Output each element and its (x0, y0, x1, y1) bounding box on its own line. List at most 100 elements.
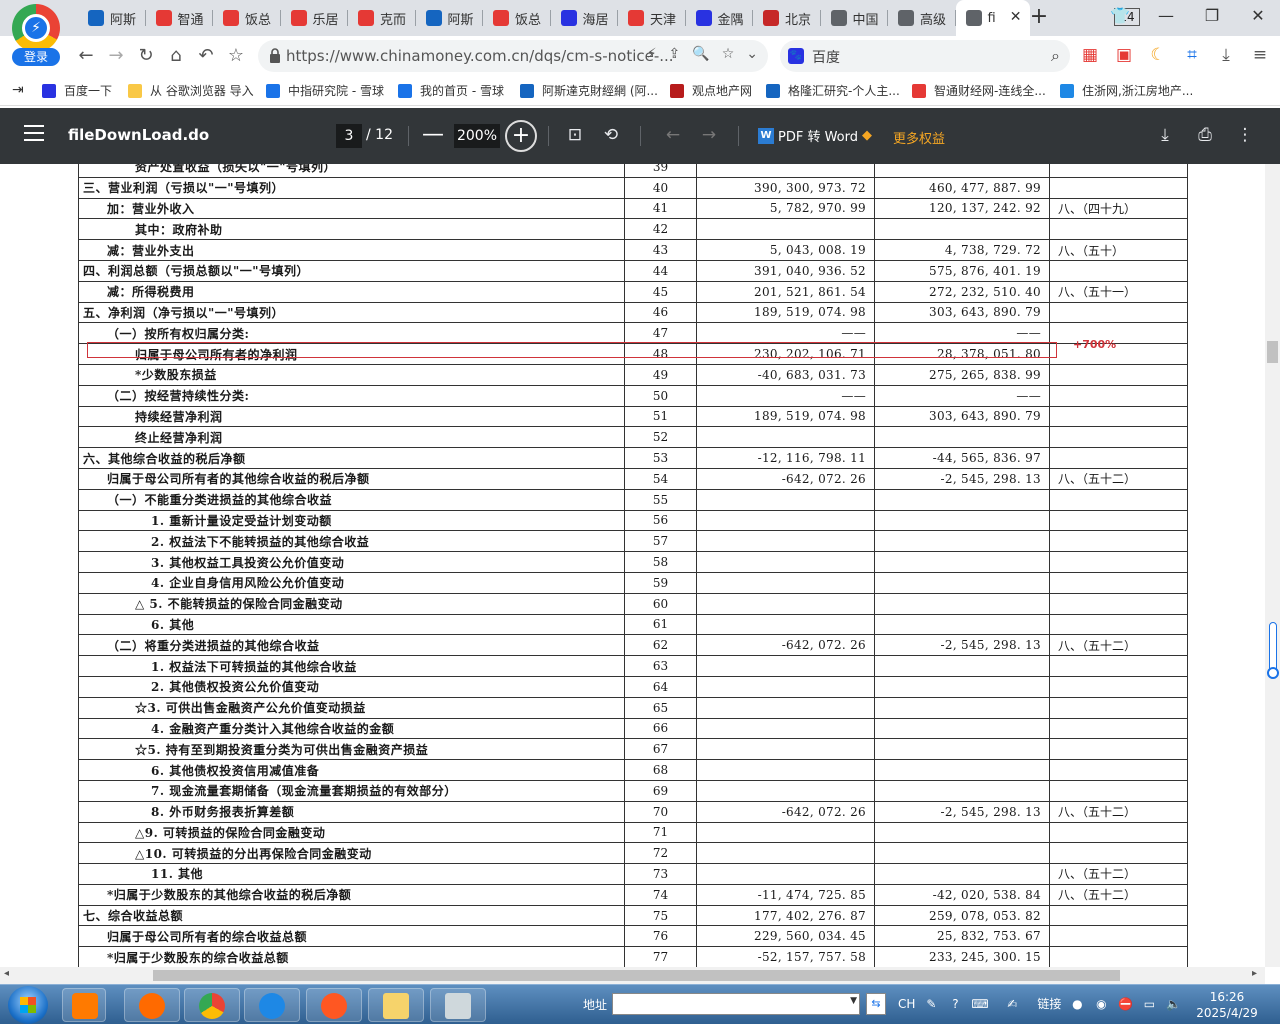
hamburger-menu-icon[interactable] (24, 125, 44, 141)
print-icon[interactable]: ⎙ (1194, 124, 1216, 146)
bookmark-star-icon[interactable]: ☆ (722, 46, 735, 62)
zoom-icon[interactable]: 🔍 (692, 46, 709, 62)
apps-grid-icon[interactable]: ▦ (1080, 44, 1100, 66)
next-arrow-icon[interactable]: → (698, 124, 720, 146)
current-period-cell: 189, 519, 074. 98 (696, 405, 875, 428)
shirt-skin-icon[interactable]: 👕 (1106, 6, 1134, 25)
item-cell: 归属于母公司所有者的其他综合收益的税后净额 (78, 467, 625, 490)
browser-logo[interactable]: ⚡ 登录 (8, 4, 64, 66)
tab[interactable]: 高级 (888, 0, 956, 36)
share-icon[interactable]: ⇪ (669, 46, 681, 62)
bookmark-item[interactable]: 智通财经网-连线全... (912, 82, 1046, 99)
taskbar-feishu-app[interactable] (306, 988, 362, 1022)
scroll-right-icon[interactable]: ▸ (1252, 968, 1257, 979)
favorite-star-icon[interactable]: ☆ (224, 44, 248, 68)
bookmark-item[interactable]: 格隆汇研究-个人主... (766, 82, 900, 99)
bookmark-item[interactable]: 住浙网,浙江房地产... (1060, 82, 1193, 99)
minimize-icon[interactable]: — (1152, 6, 1180, 25)
pdf-icon[interactable]: ▣ (1114, 44, 1134, 66)
bookmark-item[interactable]: 中指研究院 - 雪球 (266, 82, 384, 99)
forward-arrow-icon[interactable]: → (104, 44, 128, 68)
side-slider[interactable] (1267, 622, 1279, 679)
tab[interactable]: 饭总 (483, 0, 551, 36)
tab[interactable]: 乐居 (281, 0, 349, 36)
system-clock[interactable]: 16:26 2025/4/29 (1196, 989, 1258, 1021)
moon-icon[interactable]: ☾ (1148, 44, 1168, 66)
tab[interactable]: 克而 (348, 0, 416, 36)
search-box[interactable]: 🐾 百度 ⌕ (780, 40, 1070, 72)
download-icon[interactable]: ⤓ (1216, 44, 1236, 66)
feishu-tray-icon[interactable]: ◉ (1093, 997, 1109, 1011)
reload-icon[interactable]: ↻ (134, 44, 158, 68)
tab[interactable]: 阿斯 (416, 0, 484, 36)
tab[interactable]: 饭总 (213, 0, 281, 36)
vertical-scroll-thumb[interactable] (1267, 341, 1278, 363)
taskbar-address-input[interactable]: ▼ (612, 993, 860, 1015)
bookmark-item[interactable]: 观点地产网 (670, 82, 752, 99)
search-input[interactable]: 百度 (812, 47, 840, 67)
chevron-down-icon[interactable]: ⌄ (746, 46, 758, 62)
tab[interactable]: 金隅 (686, 0, 754, 36)
tab[interactable]: 中国 (821, 0, 889, 36)
prev-arrow-icon[interactable]: ← (662, 124, 684, 146)
volume-icon[interactable]: 🔈 (1165, 997, 1181, 1011)
taskbar-calculator-app[interactable] (430, 988, 486, 1022)
back-arrow-icon[interactable]: ← (74, 44, 98, 68)
fit-page-icon[interactable]: ⊡ (564, 124, 586, 146)
close-window-icon[interactable]: ✕ (1244, 6, 1272, 25)
tab[interactable]: 智通 (146, 0, 214, 36)
taskbar-media-app[interactable] (62, 988, 106, 1022)
tab[interactable]: 阿斯 (78, 0, 146, 36)
close-tab-icon[interactable]: ✕ (1010, 9, 1022, 25)
zoom-out-button[interactable]: — (422, 122, 444, 147)
menu-icon[interactable]: ≡ (1250, 44, 1270, 66)
tab[interactable]: 海居 (551, 0, 619, 36)
display-icon[interactable]: ▭ (1141, 997, 1157, 1011)
bookmark-item[interactable]: 我的首页 - 雪球 (398, 82, 504, 99)
taskbar-chrome-app[interactable] (184, 988, 240, 1022)
more-rights-link[interactable]: 更多权益 (893, 128, 945, 147)
lightning-mode-icon[interactable]: ⚡ (647, 46, 657, 62)
login-button[interactable]: 登录 (12, 48, 60, 66)
dropdown-arrow-icon[interactable]: ▼ (850, 996, 857, 1006)
download-icon[interactable]: ⤓ (1154, 124, 1176, 146)
taskbar-browser-app[interactable] (244, 988, 300, 1022)
restore-icon[interactable]: ❐ (1198, 6, 1226, 25)
vertical-scrollbar[interactable] (1265, 164, 1280, 967)
horizontal-scroll-thumb[interactable] (153, 970, 1120, 981)
start-button[interactable] (8, 986, 48, 1024)
lang-indicator[interactable]: CH (898, 997, 915, 1011)
search-icon[interactable]: ⌕ (1051, 46, 1060, 66)
help-icon[interactable]: ? (947, 997, 963, 1011)
address-bar[interactable]: https://www.chinamoney.com.cn/dqs/cm-s-n… (258, 40, 768, 72)
new-tab-button[interactable]: + (1026, 5, 1052, 31)
chrome-tray-icon[interactable]: ● (1069, 997, 1085, 1011)
pdf-viewport[interactable]: 资产处置收益（损失以"一"号填列） 39 三、营业利润（亏损以"一"号填列） 40 39… (0, 164, 1265, 967)
taskbar-explorer-app[interactable] (368, 988, 424, 1022)
pen-tablet-icon[interactable]: ✍ (995, 997, 1029, 1011)
tab[interactable]: 北京 (753, 0, 821, 36)
zoom-in-button[interactable]: + (505, 120, 537, 152)
go-arrow-icon[interactable]: ⇆ (866, 993, 886, 1015)
url-text[interactable]: https://www.chinamoney.com.cn/dqs/cm-s-n… (286, 47, 674, 65)
undo-close-tab-icon[interactable]: ↶ (194, 44, 218, 68)
ime-settings-icon[interactable]: ⌨ (971, 997, 988, 1011)
tab[interactable]: fi ✕ (955, 0, 1030, 36)
bookmarks-toggle-icon[interactable]: ⇥ (12, 82, 24, 98)
ime-icon[interactable]: ✎ (923, 997, 939, 1011)
crop-icon[interactable]: ⌗ (1182, 44, 1202, 66)
scroll-left-icon[interactable]: ◂ (4, 968, 9, 979)
network-blocked-icon[interactable]: ⛔ (1117, 997, 1133, 1011)
taskbar-fish-app[interactable] (124, 988, 180, 1022)
more-vertical-icon[interactable]: ⋮ (1234, 124, 1256, 146)
horizontal-scrollbar[interactable]: ◂ ▸ (0, 967, 1265, 984)
bookmark-item[interactable]: 从 谷歌浏览器 导入 (128, 82, 254, 99)
tab[interactable]: 天津 (618, 0, 686, 36)
home-icon[interactable]: ⌂ (164, 44, 188, 68)
bookmark-item[interactable]: 百度一下 (42, 82, 112, 99)
page-number-input[interactable]: 3 (336, 124, 362, 148)
pdf-to-word-button[interactable]: W PDF 转 Word ◆ (758, 126, 872, 145)
bookmark-item[interactable]: 阿斯達克財經網 (阿... (520, 82, 658, 99)
rotate-icon[interactable]: ⟲ (600, 124, 622, 146)
zoom-input[interactable]: 200% (454, 124, 500, 148)
